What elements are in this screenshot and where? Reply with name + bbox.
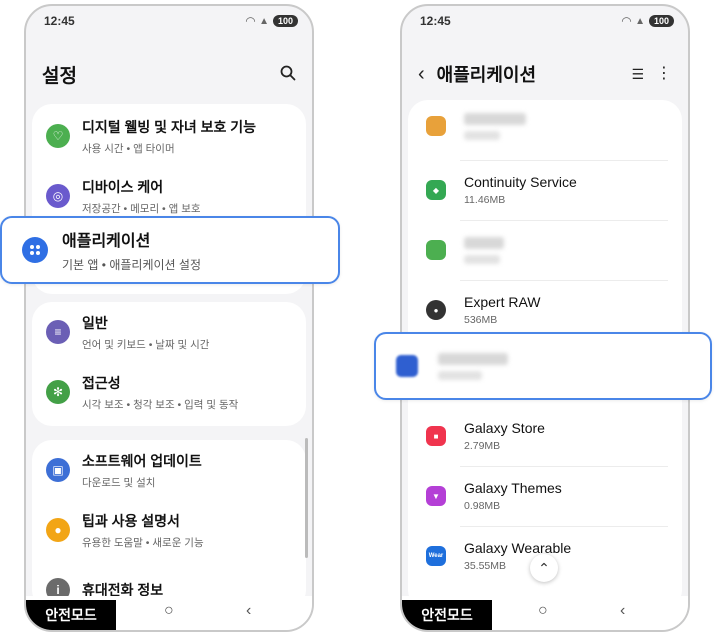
app-item-expert-raw[interactable]: ● Expert RAW 536MB <box>408 280 682 340</box>
filter-search-icon[interactable]: ☰ <box>631 67 644 81</box>
page-title: 애플리케이션 <box>436 65 537 85</box>
safe-mode-badge: 안전모드 <box>402 600 492 630</box>
page-title: 설정 <box>42 65 77 87</box>
back-arrow-icon[interactable]: ‹ <box>418 64 425 84</box>
signal-icon: ▲ <box>259 15 269 27</box>
scroll-to-top-button[interactable]: ⌃ <box>530 554 558 582</box>
software-update-icon: ▣ <box>46 458 70 482</box>
settings-item-tips[interactable]: ● 팁과 사용 설명서 유용한 도움말 • 새로운 기능 <box>32 500 306 560</box>
galaxy-wearable-icon: Wear <box>426 546 446 566</box>
general-icon: ≡ <box>46 320 70 344</box>
settings-item-software-update[interactable]: ▣ 소프트웨어 업데이트 다운로드 및 설치 <box>32 440 306 500</box>
galaxy-store-icon: ■ <box>426 426 446 446</box>
blurred-app-icon <box>426 240 446 260</box>
settings-card-2: ≡ 일반 언어 및 키보드 • 날짜 및 시간 ✻ 접근성 시각 보조 • 청각… <box>32 302 306 426</box>
applications-title: 애플리케이션 <box>62 233 151 250</box>
app-item-galaxy-themes[interactable]: ▼ Galaxy Themes 0.98MB <box>408 466 682 526</box>
battery-icon: 100 <box>272 15 298 27</box>
settings-item-wellbeing[interactable]: ♡ 디지털 웰빙 및 자녀 보호 기능 사용 시간 • 앱 타이머 <box>32 106 306 166</box>
settings-item-accessibility[interactable]: ✻ 접근성 시각 보조 • 청각 보조 • 입력 및 동작 <box>32 362 306 422</box>
status-time: 12:45 <box>44 14 75 28</box>
wellbeing-icon: ♡ <box>46 124 70 148</box>
app-item-blurred-2[interactable] <box>408 220 682 280</box>
status-bar: 12:45 ◠ ▲ 100 <box>26 6 312 36</box>
app-item-blurred-1[interactable] <box>408 96 682 156</box>
app-item-blurred-highlighted[interactable] <box>374 332 712 400</box>
search-icon[interactable] <box>280 65 296 84</box>
settings-header: 설정 <box>26 54 312 94</box>
app-item-continuity-service[interactable]: ◆ Continuity Service 11.46MB <box>408 160 682 220</box>
safe-mode-badge: 안전모드 <box>26 600 116 630</box>
settings-screen: 12:45 ◠ ▲ 100 설정 ♡ 디지털 웰빙 및 자녀 보호 기능 사용 … <box>24 4 314 632</box>
applications-header: ‹ 애플리케이션 ☰ ⋮ <box>402 54 688 94</box>
blurred-app-icon <box>426 116 446 136</box>
settings-item-applications[interactable]: 애플리케이션 기본 앱 • 애플리케이션 설정 <box>0 216 340 284</box>
continuity-service-icon: ◆ <box>426 180 446 200</box>
apps-icon <box>22 237 48 263</box>
home-button[interactable]: ○ <box>538 602 548 620</box>
status-bar: 12:45 ◠ ▲ 100 <box>402 6 688 36</box>
applications-screen: 12:45 ◠ ▲ 100 ‹ 애플리케이션 ☰ ⋮ ◆ Continuity … <box>400 4 690 632</box>
home-button[interactable]: ○ <box>164 602 174 620</box>
wifi-icon: ◠ <box>245 14 256 28</box>
expert-raw-icon: ● <box>426 300 446 320</box>
battery-icon: 100 <box>648 15 674 27</box>
settings-card-3: ▣ 소프트웨어 업데이트 다운로드 및 설치 ● 팁과 사용 설명서 유용한 도… <box>32 440 306 610</box>
scrollbar[interactable] <box>305 438 308 558</box>
galaxy-themes-icon: ▼ <box>426 486 446 506</box>
app-item-galaxy-store[interactable]: ■ Galaxy Store 2.79MB <box>408 406 682 466</box>
device-care-icon: ◎ <box>46 184 70 208</box>
back-button[interactable]: ‹ <box>246 602 251 620</box>
status-time: 12:45 <box>420 14 451 28</box>
blurred-app-icon <box>396 355 418 377</box>
settings-item-general[interactable]: ≡ 일반 언어 및 키보드 • 날짜 및 시간 <box>32 302 306 362</box>
tips-icon: ● <box>46 518 70 542</box>
signal-icon: ▲ <box>635 15 645 27</box>
applications-subtitle: 기본 앱 • 애플리케이션 설정 <box>62 258 201 272</box>
more-options-icon[interactable]: ⋮ <box>656 66 672 82</box>
accessibility-icon: ✻ <box>46 380 70 404</box>
wifi-icon: ◠ <box>621 14 632 28</box>
back-button[interactable]: ‹ <box>620 602 625 620</box>
